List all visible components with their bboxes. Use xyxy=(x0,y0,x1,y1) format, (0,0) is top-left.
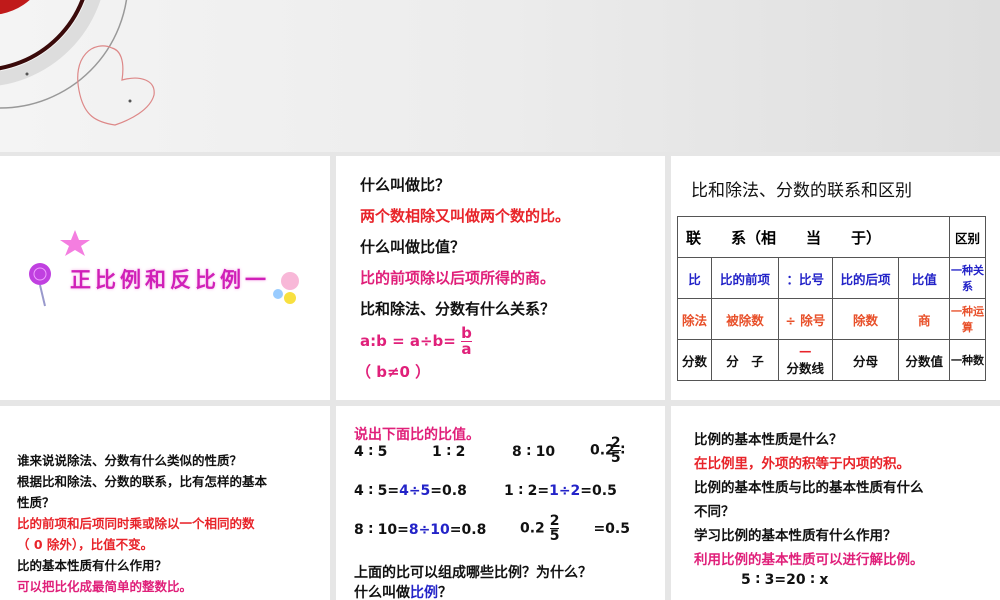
slide-thumbnail-3[interactable]: 比和除法、分数的联系和区别 联 系（相 当 于） 区别 比比的前项 ：比号 比的后项比… xyxy=(671,156,1000,400)
eq-part: =0.5 xyxy=(580,483,617,499)
heading: 说出下面比的比值。 xyxy=(354,427,480,443)
cell: 商 xyxy=(898,298,950,340)
table-row: 比比的前项 ：比号 比的后项 比值 一种关系 xyxy=(676,257,986,299)
table-header: 区别 xyxy=(949,216,986,258)
cell-text: 分数线 xyxy=(786,361,825,376)
cell: 分数值 xyxy=(898,339,950,381)
cell: — 分数线 xyxy=(778,339,833,381)
fraction-denominator: 5 xyxy=(549,528,560,544)
question: 不同？ xyxy=(694,504,735,520)
question: 上面的比可以组成哪些比例？为什么？ xyxy=(354,565,592,581)
q-part: ？ xyxy=(438,585,452,600)
table-row: 分数分 子 — 分数线 分母 分数值 一种数 xyxy=(676,339,986,381)
fraction-numerator: 2 xyxy=(610,435,621,451)
cell: 一种运算 xyxy=(949,298,986,340)
heart-decoration-icon xyxy=(0,0,155,126)
eq-part: =0.8 xyxy=(449,522,487,538)
fraction-numerator: 2 xyxy=(549,513,560,529)
formula: a:b = a÷b= ba xyxy=(360,326,472,357)
fraction-denominator: a xyxy=(461,340,472,358)
ratio: 1 ∶ 2 xyxy=(432,444,466,460)
question: 比例的基本性质与比的基本性质有什么 xyxy=(694,480,924,496)
equation: 4 ∶ 5=4÷5=0.8 xyxy=(354,483,467,499)
cell: 比的后项 xyxy=(831,257,900,299)
answer: （ 0 除外），比值不变。 xyxy=(17,537,154,552)
slide-thumbnail-4[interactable]: 谁来说说除法、分数有什么类似的性质？ 根据比和除法、分数的联系，比有怎样的基本 … xyxy=(0,406,330,600)
table-row: 除法 被除数 ÷ 除号 除数商一种运算 xyxy=(676,298,986,340)
answer: 在比例里，外项的积等于内项的积。 xyxy=(694,456,910,472)
ratio: 4 ∶ 5 xyxy=(354,444,388,460)
comparison-table: 联 系（相 当 于） 区别 比比的前项 ：比号 比的后项 比值 一种关系 除法 被除数 ÷ 除… xyxy=(676,216,986,381)
q-part: 比例 xyxy=(410,585,438,600)
question: 什么叫做比？ xyxy=(360,176,451,194)
slide-title: 比和除法、分数的联系和区别 xyxy=(691,181,912,201)
equation: 0.2 2 5 =0.5 xyxy=(520,514,630,543)
header-banner xyxy=(0,0,1000,152)
eq-part: 1 ∶ 2= xyxy=(504,483,550,499)
table-header: 联 系（相 当 于） xyxy=(677,216,950,258)
eq-part: 1÷2 xyxy=(549,483,581,499)
cell: 分数 xyxy=(676,339,713,381)
answer: 比的前项和后项同时乘或除以一个相同的数 xyxy=(17,516,255,531)
answer: 利用比例的基本性质可以进行解比例。 xyxy=(694,552,924,568)
slide-thumbnail-6[interactable]: 比例的基本性质是什么？ 在比例里，外项的积等于内项的积。 比例的基本性质与比的基… xyxy=(671,406,1000,600)
cell: 分母 xyxy=(831,339,900,381)
eq-part: 8÷10 xyxy=(408,522,450,538)
question: 性质？ xyxy=(17,495,55,510)
question: 比的基本性质有什么作用？ xyxy=(17,558,168,573)
eq-part: =0.5 xyxy=(593,520,630,537)
fraction-bar-symbol: — xyxy=(799,343,812,358)
eq-part: 8 ∶ 10= xyxy=(354,522,409,538)
cell: 比的前项 xyxy=(711,257,780,299)
slide-thumbnail-2[interactable]: 什么叫做比？ 两个数相除又叫做两个数的比。 什么叫做比值？ 比的前项除以后项所得… xyxy=(336,156,665,400)
cell: 分 子 xyxy=(711,339,780,381)
equation: 5 ∶ 3=20 ∶ x xyxy=(741,572,829,588)
question: 什么叫做比值？ xyxy=(360,238,466,256)
condition: （ b≠0 ） xyxy=(356,363,431,381)
equation: 1 ∶ 2=1÷2=0.5 xyxy=(504,483,617,499)
question: 什么叫做比例？ xyxy=(354,582,452,600)
cell: ÷ 除号 xyxy=(778,298,833,340)
question: 比例的基本性质是什么？ xyxy=(694,432,843,448)
question: 比和除法、分数有什么关系？ xyxy=(360,300,556,318)
cell: 一种关系 xyxy=(949,257,986,299)
slide-thumbnail-1[interactable]: 正比例和反比例一 xyxy=(0,156,330,400)
cell: 被除数 xyxy=(711,298,780,340)
cell: 比 xyxy=(676,257,713,299)
eq-part: 0.2 xyxy=(520,520,545,537)
formula-left: a:b = a÷b= xyxy=(360,332,456,350)
eq-part: 4÷5 xyxy=(399,483,431,499)
answer: 比的前项除以后项所得的商。 xyxy=(360,269,556,287)
cell: ：比号 xyxy=(778,257,833,299)
equation: 8 ∶ 10=8÷10=0.8 xyxy=(354,522,486,538)
cell: 除数 xyxy=(831,298,900,340)
cell: 比值 xyxy=(898,257,950,299)
question: 根据比和除法、分数的联系，比有怎样的基本 xyxy=(17,474,268,489)
answer: 可以把比化成最简单的整数比。 xyxy=(17,579,193,594)
ratio: 8 ∶ 10 xyxy=(512,444,556,460)
question: 谁来说说除法、分数有什么类似的性质？ xyxy=(17,453,243,468)
fraction-denominator: 5 xyxy=(610,450,621,466)
colon: ∶ xyxy=(620,442,625,459)
cell: 一种数 xyxy=(949,339,986,381)
cell: 除法 xyxy=(676,298,713,340)
q-part: 什么叫做 xyxy=(354,585,410,600)
answer: 两个数相除又叫做两个数的比。 xyxy=(360,207,571,225)
eq-part: =0.8 xyxy=(430,483,467,499)
eq-part: 4 ∶ 5= xyxy=(354,483,400,499)
slide-thumbnail-5[interactable]: 说出下面比的比值。 4 ∶ 5 1 ∶ 2 8 ∶ 10 0.2 2 5 ∶ 4 ∶ … xyxy=(336,406,665,600)
question: 学习比例的基本性质有什么作用？ xyxy=(694,528,897,544)
ratio: 0.2 2 5 ∶ xyxy=(590,436,625,465)
presentation-title: 正比例和反比例一 xyxy=(70,268,270,292)
